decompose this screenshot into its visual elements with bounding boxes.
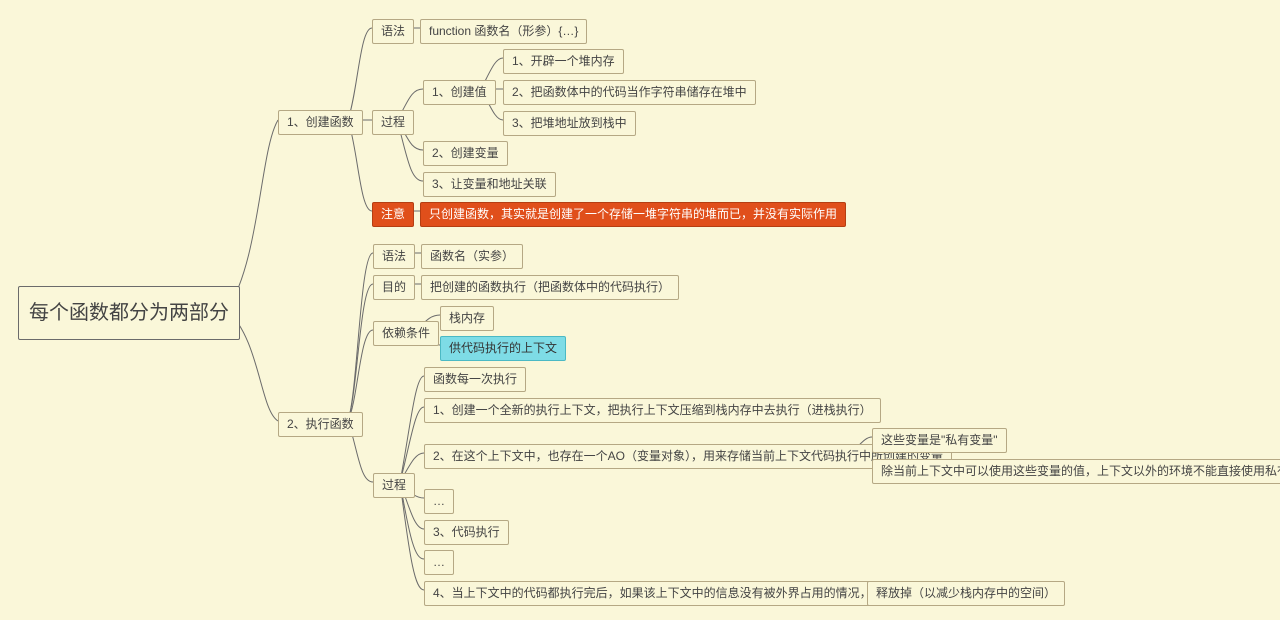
cv-step2[interactable]: 2、把函数体中的代码当作字符串储存在堆中 xyxy=(503,80,756,105)
exec-dependency[interactable]: 依赖条件 xyxy=(373,321,439,346)
branch-create-fn[interactable]: 1、创建函数 xyxy=(278,110,363,135)
proc-step2b[interactable]: 除当前上下文中可以使用这些变量的值，上下文以外的环境不能直接使用私有变量的值 xyxy=(872,459,1280,484)
create-syntax[interactable]: 语法 xyxy=(372,19,414,44)
proc-step1[interactable]: 1、创建一个全新的执行上下文，把执行上下文压缩到栈内存中去执行（进栈执行） xyxy=(424,398,881,423)
exec-purpose[interactable]: 目的 xyxy=(373,275,415,300)
exec-syntax[interactable]: 语法 xyxy=(373,244,415,269)
proc-create-var[interactable]: 2、创建变量 xyxy=(423,141,508,166)
proc-create-value[interactable]: 1、创建值 xyxy=(423,80,496,105)
proc-step3[interactable]: 3、代码执行 xyxy=(424,520,509,545)
proc-dots1[interactable]: … xyxy=(424,489,454,514)
proc-everytime[interactable]: 函数每一次执行 xyxy=(424,367,526,392)
proc-step2a[interactable]: 这些变量是"私有变量" xyxy=(872,428,1007,453)
branch-exec-fn[interactable]: 2、执行函数 xyxy=(278,412,363,437)
exec-syntax-val[interactable]: 函数名（实参） xyxy=(421,244,523,269)
exec-proc[interactable]: 过程 xyxy=(373,473,415,498)
dep-context[interactable]: 供代码执行的上下文 xyxy=(440,336,566,361)
create-syntax-val[interactable]: function 函数名（形参）{…} xyxy=(420,19,587,44)
root-node[interactable]: 每个函数都分为两部分 xyxy=(18,286,240,340)
cv-step1[interactable]: 1、开辟一个堆内存 xyxy=(503,49,624,74)
proc-link[interactable]: 3、让变量和地址关联 xyxy=(423,172,556,197)
cv-step3[interactable]: 3、把堆地址放到栈中 xyxy=(503,111,636,136)
proc-dots2[interactable]: … xyxy=(424,550,454,575)
create-proc[interactable]: 过程 xyxy=(372,110,414,135)
exec-purpose-val[interactable]: 把创建的函数执行（把函数体中的代码执行） xyxy=(421,275,679,300)
create-note-val[interactable]: 只创建函数，其实就是创建了一个存储一堆字符串的堆而已，并没有实际作用 xyxy=(420,202,846,227)
dep-stack[interactable]: 栈内存 xyxy=(440,306,494,331)
create-note[interactable]: 注意 xyxy=(372,202,414,227)
proc-step4a[interactable]: 释放掉（以减少栈内存中的空间） xyxy=(867,581,1065,606)
